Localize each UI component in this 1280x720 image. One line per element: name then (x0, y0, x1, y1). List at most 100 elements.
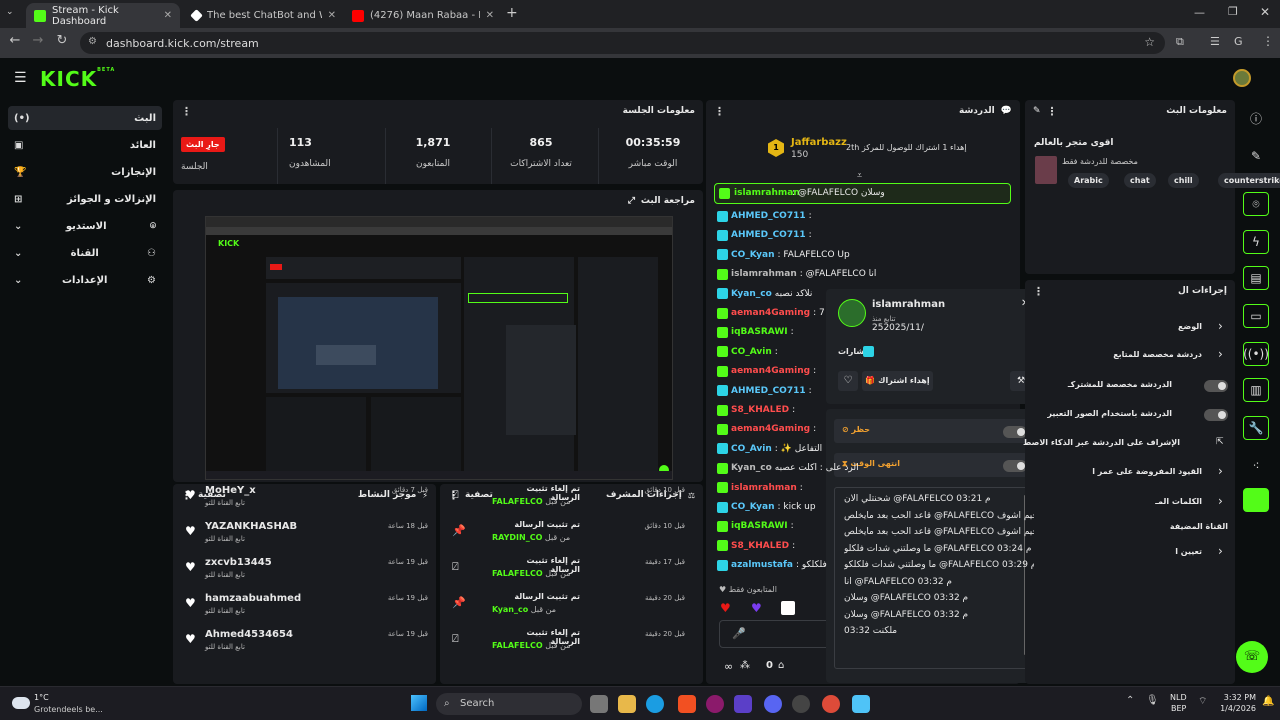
chat-username[interactable]: AHMED_CO711 (731, 386, 806, 396)
office-icon[interactable] (678, 695, 696, 713)
quick-action-item[interactable]: تعيين ا › (1032, 544, 1228, 562)
sidebar-item-drops[interactable]: الإنزالات و الجوائز ⊞ (8, 187, 162, 211)
document-icon[interactable]: ▤ (1243, 266, 1269, 290)
wrench-icon[interactable]: 🔧 (1243, 416, 1269, 440)
infinity-icon[interactable]: ∞ (724, 660, 733, 673)
more-options-icon[interactable]: ⋮ (1047, 105, 1058, 118)
sidebar-item-studio[interactable]: ⌾ الاستديو ⌄ (8, 214, 162, 238)
sidebar-item-revenue[interactable]: العائد ▣ (8, 133, 162, 157)
quick-action-item[interactable]: الكلمات المـ › (1032, 494, 1228, 512)
mod-action-item[interactable]: ⍁ تم إلغاء تثبيت الرسالة من قبل FALAFELCO ق… (440, 480, 703, 514)
pencil-icon[interactable]: ✎ (1240, 144, 1272, 168)
chat-username[interactable]: S8_KHALED (731, 541, 789, 551)
windows-start-icon[interactable] (411, 695, 427, 711)
chat-username[interactable]: aeman4Gaming (731, 366, 810, 376)
more-options-icon[interactable]: ⋮ (714, 105, 725, 118)
kick-logo[interactable]: KICKBETA (40, 67, 115, 91)
emote-icon[interactable] (781, 601, 795, 615)
chat-icon[interactable]: ▭ (1243, 304, 1269, 328)
avatar[interactable] (1233, 69, 1251, 87)
window-close-icon[interactable]: ✕ (1260, 5, 1270, 19)
chat-username[interactable]: AHMED_CO711 (731, 230, 806, 240)
chat-message[interactable]: AHMED_CO711: (717, 383, 1007, 399)
quick-action-item[interactable]: الوضع › (1032, 319, 1228, 337)
chat-username[interactable]: CO_Avin (731, 347, 772, 357)
info-icon[interactable]: ⓘ (1240, 106, 1272, 130)
language-indicator[interactable]: NLD (1170, 693, 1187, 702)
chat-username[interactable]: aeman4Gaming (731, 424, 810, 434)
clock-time[interactable]: 3:32 PM (1212, 693, 1256, 702)
task-view-icon[interactable] (590, 695, 608, 713)
chat-message[interactable]: aeman4Gaming: (717, 421, 1007, 437)
menu-dots-icon[interactable]: ⋮ (1262, 34, 1274, 48)
sidebar-item-channel[interactable]: ⚇ القناة ⌄ (8, 241, 162, 265)
taskbar-search-input[interactable]: ⌕ Search (436, 693, 582, 715)
edge-icon[interactable] (646, 695, 664, 713)
chat-username[interactable]: CO_Kyan (731, 250, 775, 260)
lightning-icon[interactable]: ϟ (1243, 230, 1269, 254)
site-info-icon[interactable]: ⚙ (88, 36, 97, 47)
chat-message[interactable]: CO_Avin: ✨ التفاعل (717, 441, 1007, 457)
chat-username[interactable]: CO_Avin (731, 444, 772, 454)
translate-icon[interactable]: G (1234, 35, 1243, 48)
layout-icon[interactable]: ▥ (1243, 378, 1269, 402)
dots-cluster-icon[interactable]: ⁖ (1240, 454, 1272, 478)
chat-message[interactable]: iqBASRAWI: (717, 324, 1007, 340)
chat-message[interactable]: S8_KHALED: (717, 402, 1007, 418)
activity-item[interactable]: ♥ YAZANKHASHAB تابع القناة للتو قبل 18 ساعة (173, 516, 436, 550)
close-icon[interactable]: ✕ (164, 10, 172, 21)
store-icon[interactable]: ⌂ (778, 660, 784, 671)
sidebar-item-settings[interactable]: ⚙ الإعدادات ⌄ (8, 268, 162, 292)
sidebar-item-achievements[interactable]: الإنجازات 🏆 (8, 160, 162, 184)
more-options-icon[interactable]: ⋮ (181, 105, 192, 118)
minimize-icon[interactable]: — (1194, 6, 1205, 19)
chat-message[interactable]: aeman4Gaming: 7 (717, 305, 1007, 321)
weather-icon[interactable] (12, 697, 30, 709)
chat-username[interactable]: Kyan_co (731, 463, 772, 473)
back-icon[interactable]: ← (4, 33, 26, 48)
quick-action-item[interactable]: الإشراف على الدردشة عبر الذكاء الاصط ⇱ (1023, 435, 1228, 453)
wifi-icon[interactable]: ⌔ (1198, 695, 1207, 708)
mod-action-item[interactable]: ⍁ تم إلغاء تثبيت الرسالة من قبل FALAFELCO ق… (440, 624, 703, 658)
sidebar-item-stream[interactable]: البث (•) (8, 106, 162, 130)
chat-message[interactable]: AHMED_CO711: (717, 208, 1007, 224)
more-options-icon[interactable]: ⋮ (1033, 285, 1044, 298)
forward-icon[interactable]: → (27, 33, 49, 48)
chat-username[interactable]: AHMED_CO711 (731, 211, 806, 221)
activity-item[interactable]: ♥ hamzaabuahmed تابع القناة للتو قبل 19 ساع… (173, 588, 436, 622)
bookmark-star-icon[interactable]: ☆ (1144, 35, 1155, 49)
mic-icon[interactable]: 🎙 (1146, 695, 1159, 706)
chat-message[interactable]: islamrahman: @FALAFELCO انا (717, 266, 1007, 282)
tab-youtube[interactable]: (4276) Maan Rabaa - Mestelmi ✕ (344, 3, 502, 28)
category-thumbnail[interactable] (1035, 156, 1057, 184)
app-icon[interactable] (734, 695, 752, 713)
quick-action-toggle[interactable] (1204, 409, 1228, 421)
discord-icon[interactable] (764, 695, 782, 713)
chat-username[interactable]: CO_Kyan (731, 502, 775, 512)
chrome-icon[interactable] (822, 695, 840, 713)
chat-username[interactable]: S8_KHALED (731, 405, 789, 415)
quick-action-item[interactable]: الدردشة مخصصة للمشتركـ (1032, 377, 1228, 395)
broadcast-icon[interactable]: ((•)) (1243, 342, 1269, 366)
purple-heart-emote-icon[interactable]: ♥ (751, 601, 762, 615)
notification-bell-icon[interactable]: 🔔 (1262, 696, 1274, 707)
stream-preview-video[interactable]: KICK (205, 216, 673, 480)
community-icon[interactable]: ⁂ (740, 660, 750, 671)
extensions-icon[interactable]: ⧉ (1176, 35, 1184, 49)
reload-icon[interactable]: ↻ (51, 33, 73, 48)
chat-message[interactable]: AHMED_CO711: (717, 227, 1007, 243)
file-explorer-icon[interactable] (618, 695, 636, 713)
hamburger-menu-icon[interactable]: ☰ (14, 70, 27, 86)
quick-action-item[interactable]: دردشة مخصصة للمتابع › (1032, 347, 1228, 365)
tab-chatbot[interactable]: The best ChatBot and Widgets ✕ (184, 3, 344, 28)
tag-chip[interactable]: Arabic (1068, 173, 1109, 188)
reading-list-icon[interactable]: ☰ (1210, 35, 1220, 48)
chat-message[interactable]: CO_Kyan: FALAFELCO Up (717, 247, 1007, 263)
chat-message[interactable]: Kyan_co نلاكد نصبه (717, 286, 1007, 302)
chat-username[interactable]: aeman4Gaming (731, 308, 810, 318)
chat-message[interactable]: Kyan_co الرد على : اكلت عصبه (717, 460, 1007, 476)
pinned-toggle-icon[interactable]: ⩡ (857, 171, 862, 181)
obs-icon[interactable] (792, 695, 810, 713)
pinned-message[interactable]: islamrahman : @FALAFELCO وسلان (714, 183, 1011, 204)
close-icon[interactable]: ✕ (328, 10, 336, 21)
